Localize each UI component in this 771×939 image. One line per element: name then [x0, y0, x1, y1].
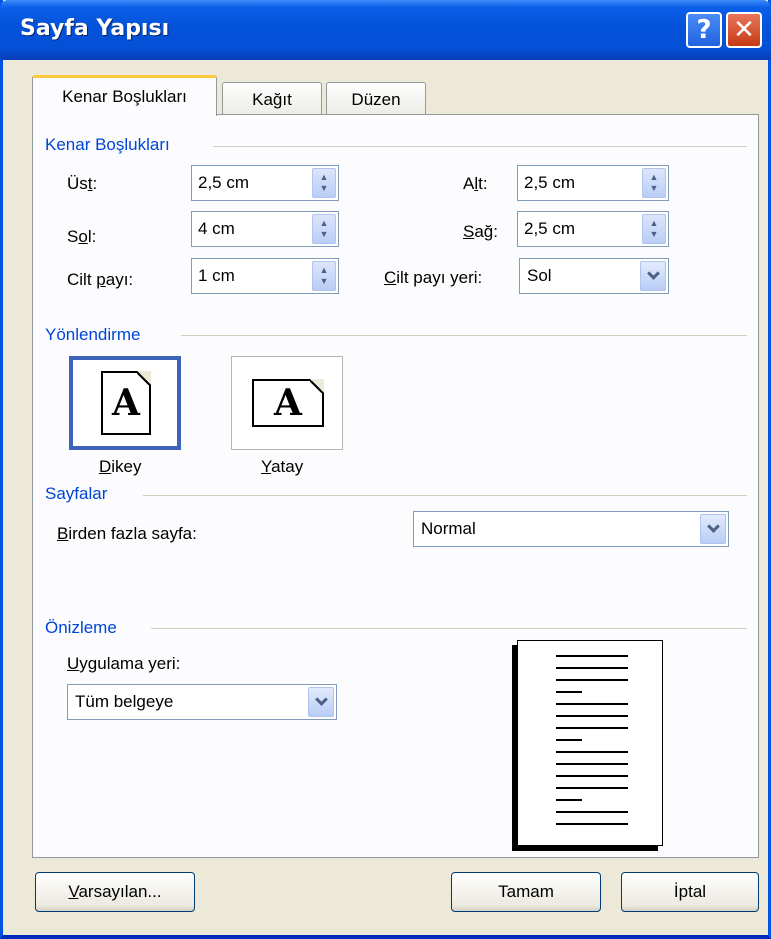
preview-line	[556, 667, 628, 669]
spin-arrows-icon[interactable]: ▲ ▼	[312, 261, 336, 291]
page-setup-dialog: Sayfa Yapısı ? ✕ Kenar Boşlukları Kağıt …	[0, 0, 771, 939]
multiple-pages-select[interactable]: Normal	[413, 511, 729, 547]
landscape-label[interactable]: Yatay	[261, 457, 303, 477]
gutter-label: Cilt payı:	[67, 270, 134, 289]
ok-button-label: Tamam	[498, 882, 554, 901]
apply-to-label: Uygulama yeri:	[67, 654, 181, 673]
landscape-option[interactable]: A	[231, 356, 343, 450]
chevron-down-icon	[314, 693, 328, 706]
spin-arrows-icon[interactable]: ▲ ▼	[312, 168, 336, 198]
bottom-margin-spinner[interactable]: 2,5 cm ▲ ▼	[517, 165, 669, 201]
multiple-pages-value: Normal	[421, 519, 476, 538]
preview-line	[556, 763, 628, 765]
top-margin-spinner[interactable]: 2,5 cm ▲ ▼	[191, 165, 339, 201]
ok-button[interactable]: Tamam	[451, 872, 601, 912]
group-divider	[213, 146, 747, 147]
dropdown-button[interactable]	[640, 261, 666, 291]
portrait-page-icon: A	[101, 371, 151, 435]
margins-group-label: Kenar Boşlukları	[45, 135, 170, 154]
tab-label: Kenar Boşlukları	[62, 87, 187, 106]
preview-line	[556, 679, 628, 681]
preview-group-label: Önizleme	[45, 618, 117, 637]
set-default-button[interactable]: Varsayılan...	[35, 872, 195, 912]
gutter-value: 1 cm	[198, 266, 235, 285]
left-margin-spinner[interactable]: 4 cm ▲ ▼	[191, 211, 339, 247]
title-bar[interactable]: Sayfa Yapısı ? ✕	[0, 0, 771, 60]
preview-line	[556, 703, 628, 705]
preview-line	[556, 655, 628, 657]
cancel-button-label: İptal	[673, 882, 707, 901]
tab-margins[interactable]: Kenar Boşlukları	[32, 75, 217, 116]
chevron-down-icon	[646, 267, 660, 280]
right-margin-value: 2,5 cm	[524, 219, 576, 238]
right-margin-label: Sağ:	[463, 222, 498, 241]
gutter-position-label: Cilt payı yeri:	[384, 268, 483, 287]
window-title: Sayfa Yapısı	[20, 16, 170, 41]
right-margin-spinner[interactable]: 2,5 cm ▲ ▼	[517, 211, 669, 247]
preview-line	[556, 775, 628, 777]
bottom-margin-label: Alt:	[463, 174, 488, 193]
group-divider	[143, 495, 747, 496]
preview-line	[556, 739, 582, 741]
top-margin-value: 2,5 cm	[198, 173, 250, 192]
preview-line	[556, 799, 582, 801]
spin-arrows-icon[interactable]: ▲ ▼	[312, 214, 336, 244]
apply-to-select[interactable]: Tüm belgeye	[67, 684, 337, 720]
dropdown-button[interactable]	[308, 687, 334, 717]
gutter-position-select[interactable]: Sol	[519, 258, 669, 294]
portrait-label[interactable]: Dikey	[99, 457, 142, 477]
gutter-position-value: Sol	[527, 266, 552, 285]
top-margin-label: Üst:	[67, 174, 98, 193]
preview-line	[556, 751, 628, 753]
spin-arrows-icon[interactable]: ▲ ▼	[642, 168, 666, 198]
cancel-button[interactable]: İptal	[621, 872, 759, 912]
default-button-label: Varsayılan...	[68, 882, 162, 901]
tab-paper[interactable]: Kağıt	[222, 82, 322, 116]
preview-line	[556, 691, 582, 693]
help-button[interactable]: ?	[686, 12, 722, 48]
help-icon: ?	[696, 15, 712, 45]
group-divider	[151, 628, 747, 629]
chevron-down-icon	[706, 520, 720, 533]
left-margin-value: 4 cm	[198, 219, 235, 238]
preview-line	[556, 823, 628, 825]
group-divider	[181, 335, 747, 336]
orientation-group-label: Yönlendirme	[45, 325, 141, 344]
gutter-spinner[interactable]: 1 cm ▲ ▼	[191, 258, 339, 294]
bottom-margin-value: 2,5 cm	[524, 173, 576, 192]
preview-line	[556, 787, 628, 789]
preview-line	[556, 811, 628, 813]
tab-layout[interactable]: Düzen	[326, 82, 426, 116]
tab-label: Kağıt	[252, 89, 292, 109]
left-margin-label: Sol:	[67, 227, 97, 246]
close-icon: ✕	[733, 15, 755, 45]
dropdown-button[interactable]	[700, 514, 726, 544]
landscape-page-icon: A	[252, 379, 324, 427]
spin-arrows-icon[interactable]: ▲ ▼	[642, 214, 666, 244]
preview-line	[556, 715, 628, 717]
preview-line	[556, 727, 628, 729]
page-preview	[517, 640, 663, 846]
portrait-option[interactable]: A	[69, 356, 181, 450]
apply-to-value: Tüm belgeye	[75, 692, 174, 711]
multiple-pages-label: Birden fazla sayfa:	[57, 524, 197, 543]
pages-group-label: Sayfalar	[45, 484, 108, 503]
close-button[interactable]: ✕	[726, 12, 762, 48]
tab-label: Düzen	[351, 89, 401, 109]
